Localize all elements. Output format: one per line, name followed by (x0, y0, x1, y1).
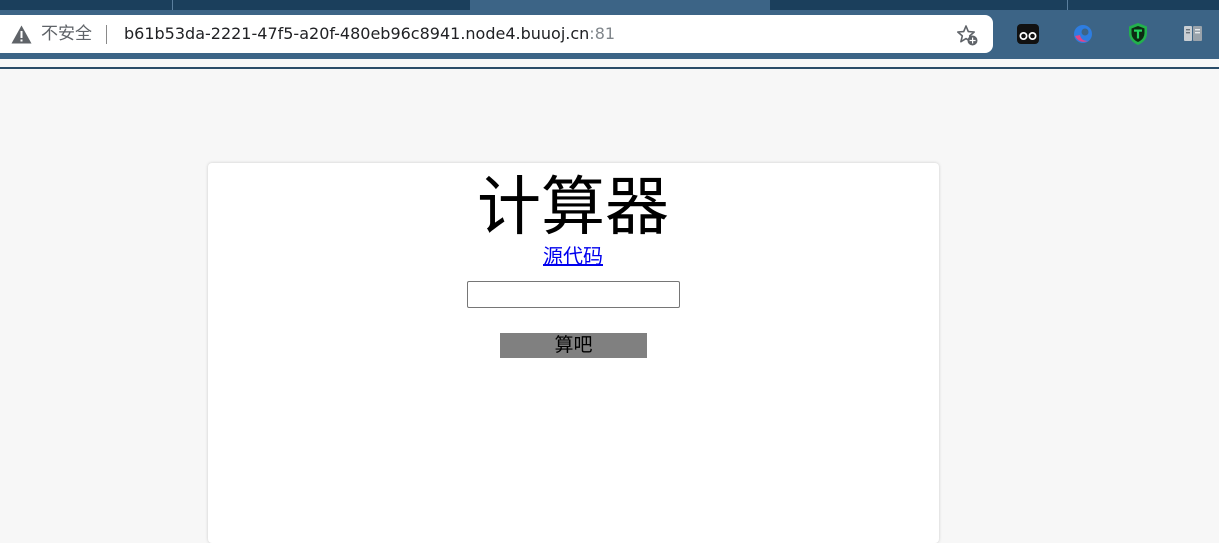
tab-inactive[interactable] (770, 0, 1067, 10)
tab-strip (0, 0, 1219, 10)
warning-icon[interactable] (11, 25, 32, 44)
tab-inactive[interactable] (0, 0, 172, 10)
address-bar[interactable]: 不安全 b61b53da-2221-47f5-a20f-480eb96c8941… (0, 15, 993, 53)
url-port: :81 (589, 24, 616, 43)
tab-inactive[interactable] (1068, 0, 1219, 10)
extension-edge-icon[interactable] (1071, 22, 1095, 46)
url-host: b61b53da-2221-47f5-a20f-480eb96c8941.nod… (124, 24, 590, 43)
bookmark-star-icon[interactable] (956, 24, 978, 46)
source-code-link[interactable]: 源代码 (543, 244, 603, 268)
source-link-wrapper: 源代码 (0, 244, 1146, 268)
page-title: 计算器 (477, 171, 669, 245)
url-text[interactable]: b61b53da-2221-47f5-a20f-480eb96c8941.nod… (124, 24, 615, 44)
tab-inactive[interactable] (173, 0, 470, 10)
extension-goggles-icon[interactable] (1016, 22, 1040, 46)
url-divider (106, 25, 107, 44)
toolbar-border (0, 67, 1219, 69)
calculate-button[interactable]: 算吧 (500, 333, 647, 358)
extension-reader-icon[interactable] (1181, 22, 1205, 46)
expression-input[interactable] (467, 281, 680, 308)
browser-toolbar: 不安全 b61b53da-2221-47f5-a20f-480eb96c8941… (0, 10, 1219, 69)
security-label[interactable]: 不安全 (41, 24, 92, 44)
extension-shield-icon[interactable] (1126, 22, 1150, 46)
